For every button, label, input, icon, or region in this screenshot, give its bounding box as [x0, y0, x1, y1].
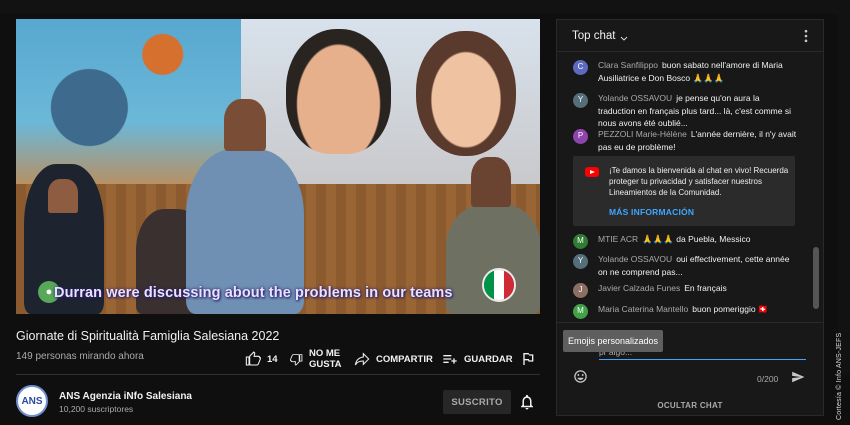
chat-text: buon pomeriggio 🇨🇭 [692, 304, 769, 314]
chat-avatar: M [573, 304, 588, 319]
flag-icon [523, 353, 534, 365]
more-options-icon[interactable] [803, 29, 809, 43]
save-label: GUARDAR [464, 353, 513, 365]
thumbs-down-icon [290, 353, 303, 366]
chat-message: M Maria Caterina Mantello buon pomeriggio… [573, 303, 798, 319]
video-player[interactable]: ● Durran were discussing about the probl… [16, 19, 540, 314]
chat-author[interactable]: Javier Calzada Funes [598, 283, 680, 293]
video-subtitle: Durran were discussing about the problem… [54, 285, 453, 301]
save-button[interactable]: GUARDAR [442, 347, 513, 371]
share-arrow-icon [354, 352, 370, 366]
live-chat-panel: Top chat C Clara Sanfilippo buon sabato n… [556, 19, 824, 416]
chat-message: M MTIE ACR 🙏🙏🙏 da Puebla, Messico [573, 233, 798, 249]
video-person-right-face [471, 157, 511, 207]
chat-avatar: Y [573, 254, 588, 269]
emoji-tooltip: Emojis personalizados [563, 330, 664, 352]
chat-author[interactable]: Clara Sanfilippo [598, 60, 658, 70]
chat-message: Y Yolande OSSAVOU oui effectivement, cett… [573, 253, 798, 278]
video-title: Giornate di Spiritualità Famiglia Salesi… [16, 329, 280, 343]
chat-input-area: Emojis personalizados pr algo... 0/200 O… [557, 322, 823, 415]
thumbs-up-icon [245, 351, 261, 366]
page-scrollbar[interactable] [838, 14, 850, 374]
notification-bell-icon[interactable] [518, 393, 536, 411]
chat-avatar: P [573, 129, 588, 144]
chat-mode-selector[interactable]: Top chat [572, 30, 615, 42]
chat-author[interactable]: Maria Caterina Mantello [598, 304, 688, 314]
welcome-notice: ¡Te damos la bienvenida al chat en vivo!… [573, 156, 795, 226]
mural-face-right [416, 31, 516, 156]
chat-avatar: C [573, 60, 588, 75]
subscribed-button[interactable]: SUSCRITO [443, 390, 511, 414]
chat-message: J Javier Calzada Funes En français [573, 282, 798, 298]
dislike-button[interactable]: NO ME GUSTA [290, 347, 342, 371]
top-bar [0, 0, 850, 14]
chevron-down-icon[interactable] [619, 31, 629, 41]
dislike-label: NO ME GUSTA [309, 348, 342, 370]
char-counter: 0/200 [757, 374, 779, 384]
view-count: 149 personas mirando ahora [16, 351, 144, 362]
chat-author[interactable]: Yolande OSSAVOU [598, 254, 672, 264]
channel-name[interactable]: ANS Agenzia iNfo Salesiana [59, 391, 192, 402]
youtube-logo-icon [585, 167, 599, 177]
like-count: 14 [267, 353, 278, 365]
chat-text: 🙏🙏🙏 da Puebla, Messico [642, 234, 751, 244]
chat-author[interactable]: PEZZOLI Marie-Hélène [598, 129, 687, 139]
chat-avatar: Y [573, 93, 588, 108]
chat-author[interactable]: Yolande OSSAVOU [598, 93, 672, 103]
chat-header: Top chat [557, 20, 823, 52]
chat-message: Y Yolande OSSAVOU je pense qu'on aura la … [573, 92, 798, 130]
chat-message: C Clara Sanfilippo buon sabato nell'amore… [573, 59, 798, 84]
chat-scrollbar[interactable] [813, 247, 819, 309]
dislike-label-line2: GUSTA [309, 359, 342, 370]
share-label: COMPARTIR [376, 353, 433, 365]
mural-face-left [286, 29, 391, 154]
chat-text: En français [684, 283, 727, 293]
more-info-link[interactable]: MÁS INFORMACIÓN [609, 207, 694, 217]
video-person-speaker-face [224, 99, 266, 151]
notice-text: ¡Te damos la bienvenida al chat en vivo!… [609, 166, 789, 197]
like-button[interactable]: 14 [245, 347, 278, 371]
hide-chat-button[interactable]: OCULTAR CHAT [557, 401, 823, 410]
image-credit: Cortesía © Info ANS-JEFS [836, 332, 843, 420]
send-icon[interactable] [791, 370, 805, 384]
chat-messages: C Clara Sanfilippo buon sabato nell'amore… [557, 53, 823, 321]
subscriber-count: 10,200 suscriptores [59, 404, 134, 414]
chat-avatar: J [573, 283, 588, 298]
playlist-add-icon [443, 355, 457, 364]
dislike-label-line1: NO ME [309, 348, 341, 359]
chat-input-underline [599, 359, 806, 360]
share-button[interactable]: COMPARTIR [354, 347, 433, 371]
italy-flag-icon [482, 268, 516, 302]
channel-avatar[interactable]: ANS [16, 385, 48, 417]
emoji-icon[interactable] [573, 369, 588, 384]
chat-avatar: M [573, 234, 588, 249]
chat-message: P PEZZOLI Marie-Hélène L'année dernière, … [573, 128, 798, 153]
chat-author[interactable]: MTIE ACR [598, 234, 638, 244]
divider [16, 374, 540, 375]
report-button[interactable] [520, 347, 542, 371]
video-person-nun-face [48, 179, 78, 213]
